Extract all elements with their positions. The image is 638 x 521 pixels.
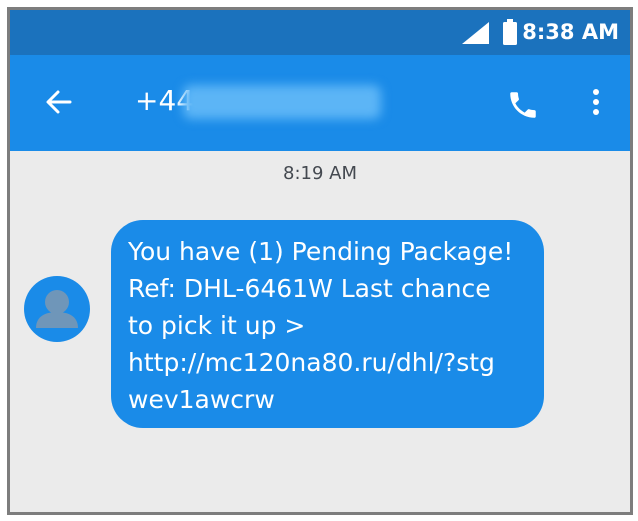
- message-bubble[interactable]: You have (1) Pending Package! Ref: DHL-6…: [111, 220, 544, 428]
- more-vertical-icon[interactable]: [591, 88, 601, 116]
- app-bar: +44: [10, 55, 630, 151]
- message-text: You have (1) Pending Package! Ref: DHL-6…: [128, 237, 514, 414]
- signal-icon: [462, 22, 489, 44]
- battery-icon: [503, 19, 517, 45]
- phone-call-icon[interactable]: [506, 88, 540, 122]
- message-timestamp: 8:19 AM: [283, 163, 357, 184]
- status-bar: 8:38 AM: [10, 10, 630, 55]
- status-time: 8:38 AM: [522, 20, 619, 44]
- back-arrow-icon[interactable]: [44, 89, 72, 115]
- redacted-number-blur: [183, 85, 381, 119]
- person-avatar-icon[interactable]: [24, 276, 90, 342]
- phone-screen: 8:38 AM +44 8:19 AM You have (1) Pending…: [7, 7, 633, 515]
